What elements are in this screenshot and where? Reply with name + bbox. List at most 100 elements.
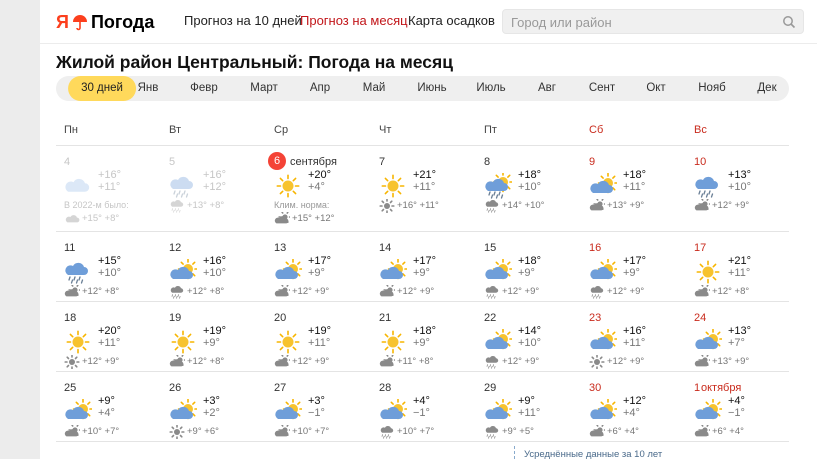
day-temp: +18°: [413, 325, 437, 337]
day-cell[interactable]: 12 +16° +10° +12° +8°: [161, 242, 266, 314]
norm-temps: +6° +4°: [607, 426, 639, 437]
partly-cloudy-icon: [590, 259, 617, 280]
month-tab-12[interactable]: Дек: [757, 76, 776, 101]
month-tab-1[interactable]: Янв: [138, 76, 159, 101]
day-cell[interactable]: 19 +19° +9° +12° +8°: [161, 312, 266, 384]
norm-temps: +10° +7°: [82, 426, 120, 437]
norm-temps: +9° +5°: [502, 426, 534, 437]
day-cell[interactable]: 5 +16° +12° +13° +8°: [161, 156, 266, 228]
norm-temps: +12° +9°: [82, 356, 120, 367]
norm-temps: +6° +4°: [712, 426, 744, 437]
night-temp: −1°: [728, 407, 745, 419]
nav-forecast-10-days[interactable]: Прогноз на 10 дней: [184, 13, 302, 28]
sun-icon: [276, 330, 300, 354]
day-cell[interactable]: 9 +18° +11° +13° +9°: [581, 156, 686, 228]
search-icon[interactable]: [782, 15, 796, 29]
partly-cloudy-icon: [590, 399, 617, 420]
day-cell[interactable]: 27 +3° −1° +10° +7°: [266, 382, 371, 454]
history-note: Клим. норма:: [274, 200, 330, 210]
partly-cloudy-icon: [485, 399, 512, 420]
day-temp: +16°: [203, 169, 227, 181]
day-cell[interactable]: 21 +18° +9° +11° +8°: [371, 312, 476, 384]
day-cell[interactable]: 4 +16° +11° В 2022-м было: +15° +8°: [56, 156, 161, 228]
logo-text: Погода: [90, 11, 155, 32]
month-tab-6[interactable]: Июнь: [417, 76, 446, 101]
partly-cloudy-icon: [274, 285, 290, 297]
day-date: 28: [379, 382, 392, 394]
day-temp: +16°: [98, 169, 122, 181]
night-temp: +10°: [98, 267, 122, 279]
day-cell[interactable]: 1 октября +4° −1° +6° +4°: [686, 382, 791, 454]
month-tab-8[interactable]: Авг: [538, 76, 556, 101]
partly-cloudy-icon: [694, 355, 710, 367]
norm-temps: +12° +9°: [292, 286, 330, 297]
day-cell[interactable]: 15 +18° +9° +12° +9°: [476, 242, 581, 314]
norm-temps: +15° +8°: [82, 213, 120, 224]
norm-temps: +13° +9°: [712, 356, 750, 367]
norm-temps: +10° +7°: [397, 426, 435, 437]
sun-icon: [589, 355, 605, 369]
day-cell[interactable]: 6 сентября +20° +4° Клим. норма: +15° +12°: [266, 152, 371, 228]
night-temp: +11°: [308, 337, 331, 349]
day-cell[interactable]: 23 +16° +11° +12° +9°: [581, 312, 686, 384]
day-cell[interactable]: 25 +9° +4° +10° +7°: [56, 382, 161, 454]
month-tab-10[interactable]: Окт: [646, 76, 665, 101]
month-tab-5[interactable]: Май: [363, 76, 386, 101]
logo-ya: Я: [56, 11, 69, 32]
day-cell[interactable]: 26 +3° +2° +9° +6°: [161, 382, 266, 454]
day-cell[interactable]: 30 +12° +4° +6° +4°: [581, 382, 686, 454]
partly-cloudy-icon: [275, 399, 302, 420]
night-temp: +10°: [728, 181, 752, 193]
day-date: 15: [484, 242, 497, 254]
day-cell[interactable]: 18 +20° +11° +12° +9°: [56, 312, 161, 384]
day-cell[interactable]: 11 +15° +10° +12° +8°: [56, 242, 161, 314]
day-cell[interactable]: 10 +13° +10° +12° +9°: [686, 156, 791, 228]
day-cell[interactable]: 29 +9° +11° +9° +5°: [476, 382, 581, 454]
search-input[interactable]: [511, 13, 771, 31]
night-temp: +11°: [623, 181, 646, 193]
logo[interactable]: Я Погода: [56, 10, 154, 34]
search-box[interactable]: [502, 9, 804, 34]
day-date: 8: [484, 156, 491, 168]
night-temp: +9°: [203, 337, 220, 349]
month-tab-9[interactable]: Сент: [589, 76, 615, 101]
sun-icon: [169, 425, 185, 439]
partly-cloudy-icon: [169, 355, 185, 367]
partly-cloudy-icon: [485, 329, 512, 350]
day-cell[interactable]: 13 +17° +9° +12° +9°: [266, 242, 371, 314]
weekday-label: Пн: [64, 124, 78, 136]
night-temp: +9°: [308, 267, 325, 279]
partly-cloudy-icon: [485, 259, 512, 280]
night-temp: +2°: [203, 407, 220, 419]
night-temp: +11°: [98, 181, 121, 193]
day-cell[interactable]: 14 +17° +9° +12° +9°: [371, 242, 476, 314]
day-temp: +14°: [518, 325, 542, 337]
month-tab-7[interactable]: Июль: [476, 76, 505, 101]
nav-forecast-month[interactable]: Прогноз на месяц: [300, 13, 408, 28]
partly-cloudy-icon: [64, 425, 80, 437]
day-cell[interactable]: 17 +21° +11° +12° +8°: [686, 242, 791, 314]
norm-temps: +12° +9°: [397, 286, 435, 297]
day-temp: +4°: [413, 395, 430, 407]
norm-temps: +11° +8°: [397, 356, 434, 367]
day-cell[interactable]: 8 +18° +10° +14° +10°: [476, 156, 581, 228]
day-cell[interactable]: 20 +19° +11° +12° +9°: [266, 312, 371, 384]
norm-temps: +13° +8°: [187, 200, 225, 211]
day-date: 4: [64, 156, 71, 168]
day-cell[interactable]: 22 +14° +10° +12° +9°: [476, 312, 581, 384]
day-cell[interactable]: 24 +13° +7° +13° +9°: [686, 312, 791, 384]
month-tab-0[interactable]: 30 дней: [68, 76, 136, 101]
month-tab-3[interactable]: Март: [250, 76, 278, 101]
day-cell[interactable]: 7 +21° +11° +16° +11°: [371, 156, 476, 228]
night-temp: +4°: [308, 181, 325, 193]
day-cell[interactable]: 28 +4° −1° +10° +7°: [371, 382, 476, 454]
month-tab-11[interactable]: Нояб: [698, 76, 726, 101]
nav-precipitation-map[interactable]: Карта осадков: [408, 13, 495, 28]
day-temp: +17°: [413, 255, 437, 267]
weekday-label: Сб: [589, 124, 604, 136]
month-tab-2[interactable]: Февр: [190, 76, 218, 101]
month-tab-4[interactable]: Апр: [310, 76, 330, 101]
norm-temps: +9° +6°: [187, 426, 219, 437]
night-temp: +11°: [623, 337, 646, 349]
day-cell[interactable]: 16 +17° +9° +12° +9°: [581, 242, 686, 314]
